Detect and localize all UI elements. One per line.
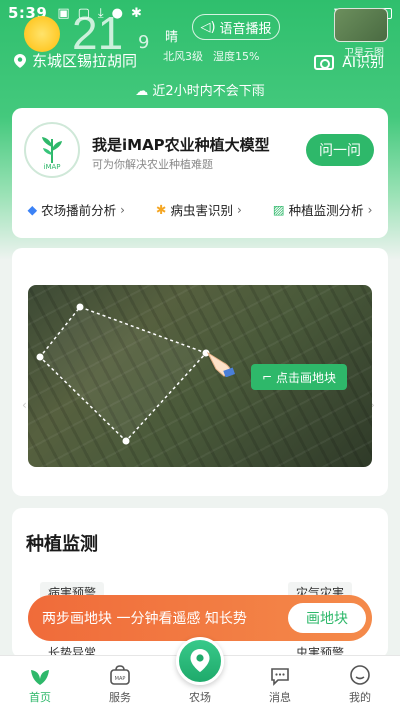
ai-card-links: ◆ 农场播前分析 › ✱ 病虫害识别 › ▨ 种植监测分析 › (12, 200, 388, 219)
promo-banner[interactable]: 两步画地块 一分钟看遥感 知长势 画地块 (28, 595, 372, 641)
draw-plot-icon: ⌐ (261, 370, 273, 384)
monitoring-title: 种植监测 (26, 534, 98, 555)
draw-plot-button[interactable]: ⌐ 点击画地块 (251, 364, 347, 390)
hand-pointer-icon (206, 351, 236, 377)
leaf-icon (31, 670, 49, 685)
chart-icon: ▨ (272, 202, 285, 217)
humidity-text: 湿度15% (213, 50, 260, 63)
chevron-right-icon: › (120, 202, 125, 217)
wind-humidity: 北风3级 湿度15% (163, 48, 259, 64)
ai-card-title: 我是iMAP农业种植大模型 (92, 136, 270, 154)
speaker-icon: ◁) (200, 19, 216, 35)
camera-icon (314, 54, 335, 70)
svg-text:MAP: MAP (115, 676, 126, 682)
bug-icon: ✱ (156, 202, 167, 217)
chevron-left-icon[interactable]: ‹ (22, 398, 27, 412)
farm-center-button[interactable] (176, 637, 224, 685)
smile-face-icon (350, 665, 370, 685)
chevron-right-icon: › (237, 202, 242, 217)
ask-button[interactable]: 问一问 (306, 134, 374, 166)
ai-card-subtitle: 可为你解决农业种植难题 (92, 158, 213, 171)
plant-logo-icon: iMAP (42, 137, 62, 171)
image-icon: ▣ (57, 5, 70, 21)
location-selector[interactable]: 东城区锡拉胡同 (14, 50, 137, 71)
tab-messages[interactable]: 消息 (240, 656, 320, 711)
rain-forecast: ☁ 近2小时内不会下雨 (135, 84, 265, 99)
ai-model-card: iMAP 我是iMAP农业种植大模型 可为你解决农业种植难题 问一问 ◆ 农场播… (12, 108, 388, 238)
voice-broadcast-button[interactable]: ◁) 语音播报 (192, 14, 280, 40)
temperature-unit: 9 (138, 32, 150, 53)
promo-draw-button[interactable]: 画地块 (288, 603, 366, 633)
tab-service[interactable]: MAP 服务 (80, 656, 160, 711)
message-icon (271, 668, 289, 686)
tab-profile[interactable]: 我的 (320, 656, 400, 711)
bug-notify-icon: ✱ (131, 5, 142, 21)
promo-text: 两步画地块 一分钟看遥感 知长势 (42, 611, 247, 627)
sunny-icon (24, 16, 60, 52)
location-name: 东城区锡拉胡同 (32, 52, 138, 70)
tab-home[interactable]: 首页 (0, 656, 80, 711)
seedling-shield-icon: ◆ (27, 202, 38, 217)
location-pin-icon (14, 53, 26, 68)
svg-text:iMAP: iMAP (44, 163, 61, 171)
satellite-cloud-thumbnail[interactable] (334, 8, 388, 42)
chevron-right-icon: › (367, 202, 373, 217)
link-crop-monitoring[interactable]: ▨ 种植监测分析 › (273, 200, 373, 219)
location-pin-icon (190, 649, 210, 672)
ai-recognize-button[interactable]: AI识别 (314, 52, 384, 72)
link-pre-sowing-analysis[interactable]: ◆ 农场播前分析 › (28, 200, 125, 219)
wind-text: 北风3级 (163, 50, 203, 63)
ai-recognize-label: AI识别 (342, 55, 384, 71)
cloud-rain-icon: ☁ (135, 84, 149, 99)
imap-logo: iMAP (24, 122, 80, 178)
weather-condition: 晴 (165, 30, 179, 45)
map-bag-icon: MAP (110, 665, 130, 685)
link-pest-recognition[interactable]: ✱ 病虫害识别 › (156, 200, 242, 219)
